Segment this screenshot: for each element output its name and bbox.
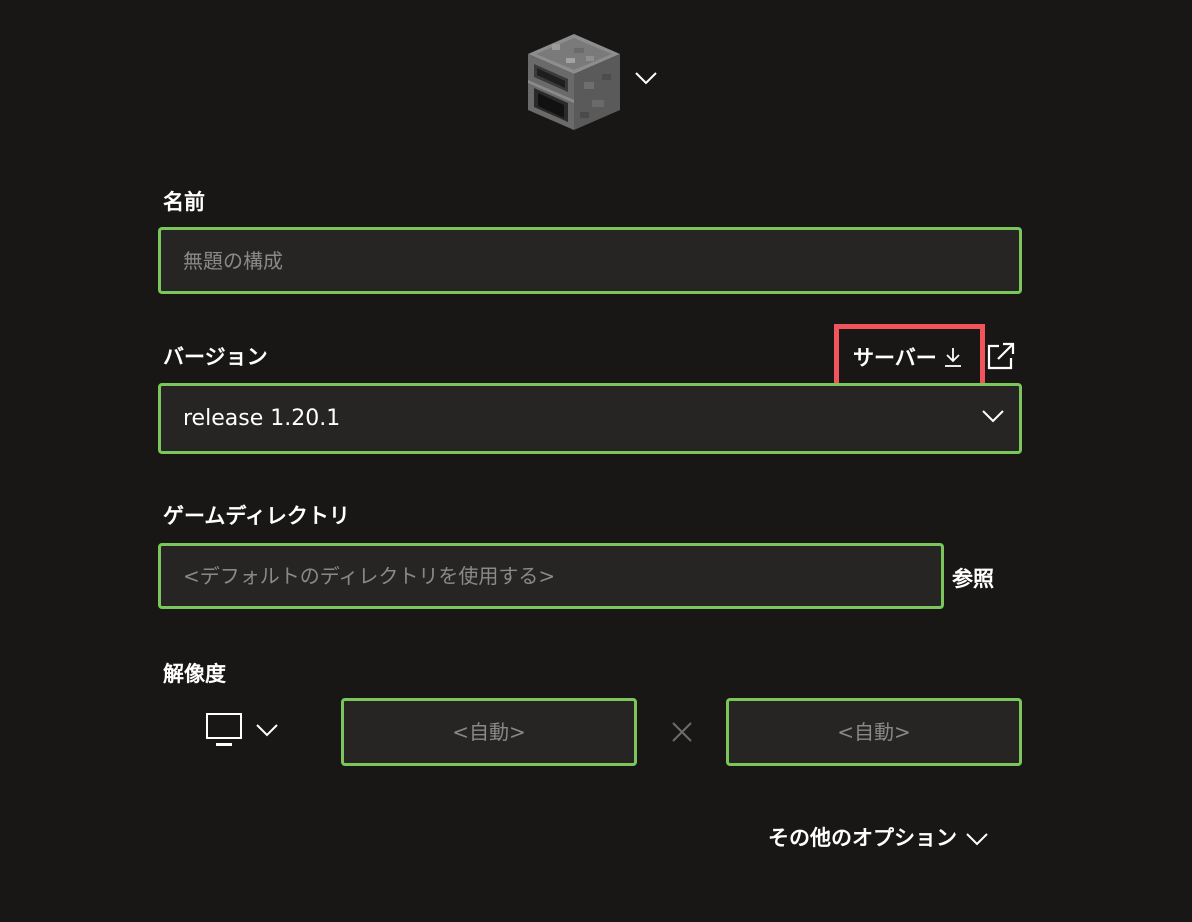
name-label: 名前 bbox=[163, 190, 205, 214]
resolution-width-input[interactable] bbox=[344, 701, 634, 763]
version-select-value: release 1.20.1 bbox=[183, 406, 341, 431]
download-icon bbox=[944, 347, 961, 367]
version-label: バージョン bbox=[163, 345, 268, 369]
version-select[interactable]: release 1.20.1 bbox=[158, 383, 1022, 454]
chevron-down-icon bbox=[966, 833, 988, 846]
game-directory-input[interactable] bbox=[161, 546, 941, 606]
server-link-label: サーバー bbox=[853, 345, 937, 370]
monitor-icon bbox=[206, 713, 242, 746]
resolution-height-input[interactable] bbox=[729, 701, 1019, 763]
chevron-down-icon bbox=[982, 410, 1004, 423]
more-options-toggle[interactable]: その他のオプション bbox=[768, 822, 989, 852]
furnace-block-icon bbox=[528, 34, 620, 130]
game-directory-field-wrapper bbox=[158, 543, 944, 609]
chevron-down-icon bbox=[256, 724, 278, 737]
name-input[interactable] bbox=[161, 230, 1019, 291]
chevron-down-icon bbox=[635, 72, 657, 85]
more-options-label: その他のオプション bbox=[768, 826, 957, 850]
external-link-icon[interactable] bbox=[986, 341, 1016, 371]
server-download-link[interactable]: サーバー bbox=[834, 324, 985, 389]
name-field-wrapper bbox=[158, 227, 1022, 294]
times-icon bbox=[672, 722, 692, 742]
width-field-wrapper bbox=[341, 698, 637, 766]
profile-editor: 名前 バージョン サーバー release 1.20.1 ゲームディレクトリ 参… bbox=[0, 0, 1192, 922]
profile-icon-picker[interactable] bbox=[522, 30, 667, 138]
resolution-label: 解像度 bbox=[163, 662, 226, 686]
resolution-preset-picker[interactable] bbox=[200, 710, 285, 750]
game-directory-label: ゲームディレクトリ bbox=[163, 504, 350, 528]
height-field-wrapper bbox=[726, 698, 1022, 766]
browse-button[interactable]: 参照 bbox=[952, 563, 994, 593]
